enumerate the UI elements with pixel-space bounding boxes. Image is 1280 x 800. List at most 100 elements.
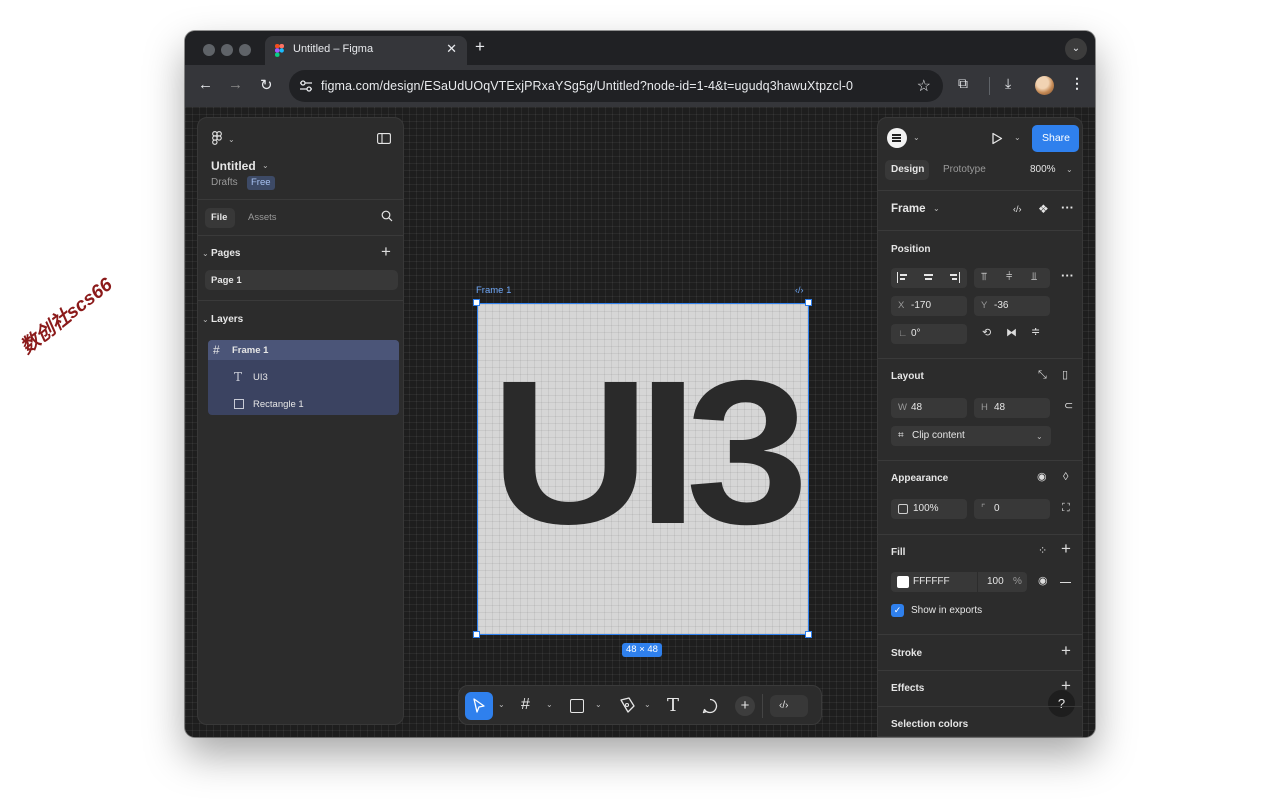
dev-mode-toggle[interactable]: ‹/› <box>770 695 808 717</box>
add-page-icon[interactable]: + <box>381 242 391 262</box>
resize-handle[interactable] <box>473 299 480 306</box>
layer-row-frame-1[interactable]: # Frame 1 <box>208 340 399 360</box>
pages-header[interactable]: Pages <box>211 248 240 259</box>
help-button[interactable]: ? <box>1048 690 1075 717</box>
new-tab-button[interactable]: + <box>475 37 485 57</box>
share-button[interactable]: Share <box>1032 125 1079 152</box>
actions-plus-icon[interactable]: + <box>735 696 755 716</box>
present-play-icon[interactable] <box>991 132 1003 145</box>
align-middle-icon[interactable]: ⫩ <box>1006 271 1012 284</box>
layer-row-ui3[interactable]: T UI3 <box>208 367 399 387</box>
back-arrow-icon[interactable]: ← <box>198 76 213 93</box>
resize-handle[interactable] <box>805 299 812 306</box>
toggle-sidebar-icon[interactable] <box>377 133 391 144</box>
rotate-icon[interactable]: ⟲ <box>982 328 991 339</box>
selection-type-chevron-icon[interactable]: ⌄ <box>933 204 940 213</box>
add-fill-icon[interactable]: + <box>1061 539 1071 559</box>
frame-code-icon[interactable]: ‹/› <box>795 285 804 295</box>
layer-row-rectangle-1[interactable]: Rectangle 1 <box>208 394 399 414</box>
file-name-chevron-icon[interactable]: ⌄ <box>262 161 269 170</box>
remove-fill-icon[interactable] <box>1060 582 1071 584</box>
frame-tool-icon[interactable]: # <box>521 696 530 714</box>
ui3-text-layer[interactable]: UI3 <box>478 350 808 555</box>
align-left-icon[interactable] <box>897 272 908 283</box>
pages-collapse-icon[interactable]: ⌄ <box>202 249 209 258</box>
show-in-exports-checkbox[interactable]: ✓ <box>891 604 904 617</box>
x-position-field[interactable]: X -170 <box>891 296 967 316</box>
selection-type[interactable]: Frame <box>891 203 926 215</box>
pen-tool-icon[interactable] <box>619 697 635 714</box>
align-top-icon[interactable]: ⫪ <box>981 271 987 284</box>
tab-assets[interactable]: Assets <box>248 212 277 223</box>
file-name[interactable]: Untitled <box>211 159 256 173</box>
constrain-proportions-icon[interactable]: ⊂ <box>1064 401 1073 412</box>
component-icon[interactable]: ❖ <box>1038 202 1049 216</box>
figma-menu-icon[interactable] <box>212 131 222 145</box>
download-icon[interactable]: ⤓ <box>1005 75 1011 92</box>
frame-1[interactable]: UI3 <box>477 303 809 635</box>
zoom-chevron-icon[interactable]: ⌄ <box>1066 165 1073 174</box>
frame-tool-chevron-icon[interactable]: ⌄ <box>546 700 553 709</box>
flip-vertical-icon[interactable]: ≑ <box>1031 327 1040 338</box>
flip-horizontal-icon[interactable]: ⧓ <box>1006 328 1017 339</box>
resize-handle[interactable] <box>805 631 812 638</box>
code-view-icon[interactable]: ‹/› <box>1013 204 1022 214</box>
shape-tool-chevron-icon[interactable]: ⌄ <box>595 700 602 709</box>
rectangle-tool-icon[interactable] <box>570 699 584 713</box>
layout-grid-icon[interactable]: ▯ <box>1062 370 1068 381</box>
add-stroke-icon[interactable]: + <box>1061 641 1071 661</box>
fill-styles-icon[interactable]: ⁘ <box>1038 546 1047 557</box>
more-align-icon[interactable]: ··· <box>1061 269 1074 282</box>
layers-collapse-icon[interactable]: ⌄ <box>202 315 209 324</box>
figma-menu-chevron-icon[interactable]: ⌄ <box>228 135 235 144</box>
browser-menu-icon[interactable]: ⋮ <box>1070 75 1084 92</box>
auto-layout-icon[interactable]: ⤡ <box>1038 370 1047 381</box>
tab-search-chevron-icon[interactable]: ⌄ <box>1065 38 1087 60</box>
url-text[interactable]: figma.com/design/ESaUdUOqVTExjPRxaYSg5g/… <box>321 79 853 93</box>
user-menu-chevron-icon[interactable]: ⌄ <box>913 133 920 142</box>
visibility-eye-icon[interactable]: ◉ <box>1037 472 1047 483</box>
tab-file[interactable]: File <box>205 208 235 228</box>
zoom-window-dot[interactable] <box>239 44 251 56</box>
align-center-horizontal-icon[interactable] <box>923 272 934 283</box>
close-window-dot[interactable] <box>203 44 215 56</box>
fill-swatch[interactable] <box>897 576 909 588</box>
y-position-field[interactable]: Y -36 <box>974 296 1050 316</box>
clip-content-dropdown[interactable]: ⌗ Clip content ⌄ <box>891 426 1051 446</box>
fill-visibility-eye-icon[interactable]: ◉ <box>1038 576 1048 587</box>
layers-header[interactable]: Layers <box>211 314 243 325</box>
resize-handle[interactable] <box>473 631 480 638</box>
pen-tool-chevron-icon[interactable]: ⌄ <box>644 700 651 709</box>
page-item-page-1[interactable]: Page 1 <box>205 270 398 290</box>
fill-color-field[interactable]: FFFFFF 100 % <box>891 572 1027 592</box>
move-tool-chevron-icon[interactable]: ⌄ <box>498 700 505 709</box>
height-field[interactable]: H 48 <box>974 398 1050 418</box>
address-bar[interactable]: figma.com/design/ESaUdUOqVTExjPRxaYSg5g/… <box>289 70 943 102</box>
show-in-exports-label[interactable]: Show in exports <box>911 605 982 616</box>
align-right-icon[interactable] <box>949 272 960 283</box>
zoom-level[interactable]: 800% <box>1030 164 1056 175</box>
minimize-window-dot[interactable] <box>221 44 233 56</box>
more-options-icon[interactable]: ··· <box>1061 200 1074 215</box>
design-canvas[interactable]: ⌄ Untitled ⌄ Drafts Free File Assets ⌄ P… <box>185 107 1095 737</box>
tab-prototype[interactable]: Prototype <box>943 164 986 175</box>
profile-avatar[interactable] <box>1035 76 1054 95</box>
user-avatar[interactable] <box>887 128 907 148</box>
move-tool-button[interactable] <box>465 692 493 720</box>
text-tool-icon[interactable]: T <box>667 695 679 716</box>
browser-tab[interactable]: Untitled – Figma ✕ <box>265 36 467 65</box>
site-settings-icon[interactable] <box>299 79 313 93</box>
forward-arrow-icon[interactable]: → <box>228 76 243 93</box>
blend-mode-drop-icon[interactable]: ◊ <box>1063 472 1068 483</box>
search-icon[interactable] <box>381 210 393 222</box>
independent-corners-icon[interactable]: ⛶ <box>1062 503 1070 514</box>
comment-tool-icon[interactable] <box>702 698 718 714</box>
extensions-puzzle-icon[interactable]: ⧉ <box>958 75 968 92</box>
present-chevron-icon[interactable]: ⌄ <box>1014 133 1021 142</box>
frame-label[interactable]: Frame 1 <box>476 285 511 296</box>
file-location[interactable]: Drafts <box>211 177 238 188</box>
rotation-field[interactable]: ∟ 0° <box>891 324 967 344</box>
corner-radius-field[interactable]: ⌜ 0 <box>974 499 1050 519</box>
width-field[interactable]: W 48 <box>891 398 967 418</box>
bookmark-star-icon[interactable]: ☆ <box>917 76 931 96</box>
